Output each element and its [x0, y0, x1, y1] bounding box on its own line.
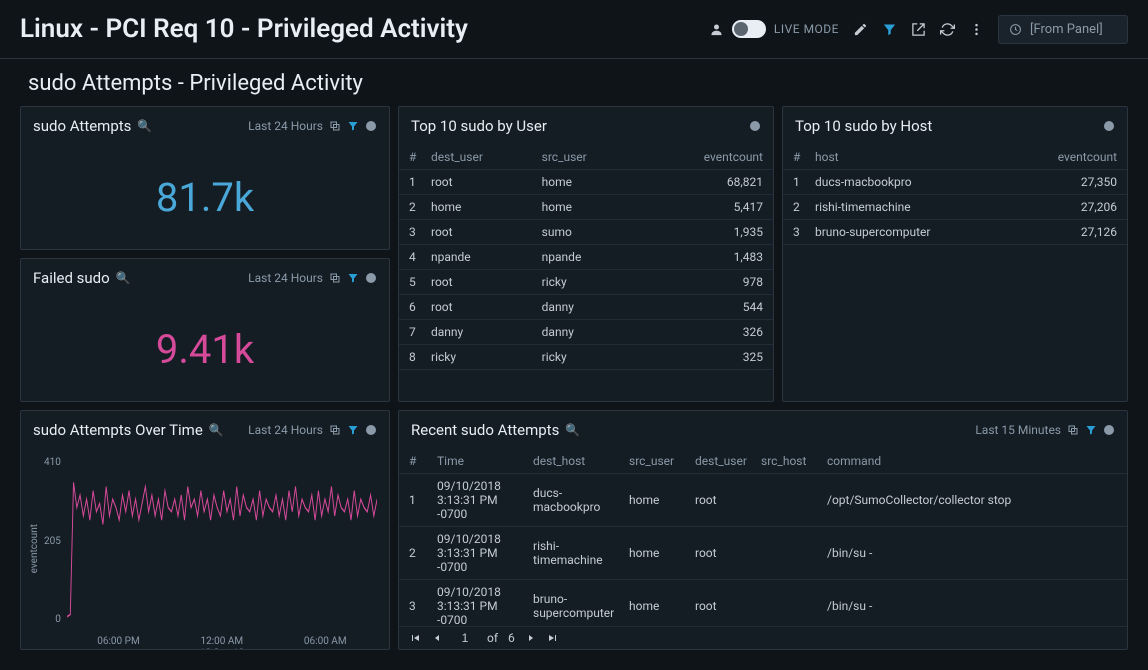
page-first-icon[interactable] [409, 632, 421, 644]
filter-icon[interactable] [882, 22, 897, 37]
table-row[interactable]: 209/10/2018 3:13:31 PM -0700rishi-timema… [399, 527, 1127, 580]
table-top-host: #hosteventcount1ducs-macbookpro27,3502ri… [783, 145, 1127, 401]
time-picker[interactable]: [From Panel] [998, 15, 1128, 44]
y-tick: 0 [55, 614, 61, 625]
page-total: 6 [508, 631, 515, 645]
panel-timerange: Last 24 Hours [248, 271, 323, 285]
info-icon[interactable] [1103, 120, 1115, 132]
time-picker-label: [From Panel] [1030, 22, 1103, 37]
table-row[interactable]: 4npandenpande1,483 [399, 245, 773, 270]
info-icon[interactable] [365, 424, 377, 436]
clock-icon [1009, 23, 1022, 36]
panel-over-time: sudo Attempts Over Time 🔍 Last 24 Hours e… [20, 410, 390, 650]
magnify-icon[interactable]: 🔍 [116, 271, 131, 285]
x-tick: 06:00 PM [97, 636, 139, 647]
x-axis: 06:00 PM 12:00 AM 06:00 AM [67, 636, 377, 647]
page-last-icon[interactable] [547, 632, 559, 644]
live-mode-toggle[interactable] [732, 20, 766, 38]
edit-icon[interactable] [853, 22, 868, 37]
copy-icon[interactable] [329, 120, 341, 132]
refresh-icon[interactable] [940, 22, 955, 37]
panel-title: sudo Attempts Over Time [33, 421, 203, 439]
panel-timerange: Last 24 Hours [248, 119, 323, 133]
more-icon[interactable] [969, 22, 984, 37]
page-next-icon[interactable] [525, 632, 537, 644]
info-icon[interactable] [1103, 424, 1115, 436]
table-row[interactable]: 6rootdanny544 [399, 295, 773, 320]
x-tick: 06:00 AM [304, 636, 347, 647]
table-top-user: #dest_usersrc_usereventcount1roothome68,… [399, 145, 773, 401]
table-row[interactable]: 2rishi-timemachine27,206 [783, 195, 1127, 220]
table-row[interactable]: 5rootricky978 [399, 270, 773, 295]
info-icon[interactable] [749, 120, 761, 132]
panel-recent: Recent sudo Attempts 🔍 Last 15 Minutes #T… [398, 410, 1128, 650]
page-title: Linux - PCI Req 10 - Privileged Activity [20, 14, 468, 44]
table-row[interactable]: 1roothome68,821 [399, 170, 773, 195]
chart-plot[interactable]: 06:00 PM 12:00 AM 06:00 AM 10 Sep 18 [67, 453, 377, 645]
copy-icon[interactable] [1067, 424, 1079, 436]
page-prev-icon[interactable] [431, 632, 443, 644]
panel-title: sudo Attempts [33, 117, 131, 135]
panel-title: Top 10 sudo by Host [795, 117, 932, 135]
table-row[interactable]: 309/10/2018 3:13:31 PM -0700bruno-superc… [399, 580, 1127, 626]
panel-failed-sudo: Failed sudo 🔍 Last 24 Hours 9.41k [20, 258, 390, 402]
filter-icon[interactable] [347, 424, 359, 436]
panel-timerange: Last 15 Minutes [975, 423, 1061, 437]
panel-top-sudo-user: Top 10 sudo by User #dest_usersrc_userev… [398, 106, 774, 402]
filter-icon[interactable] [347, 272, 359, 284]
panel-title: Failed sudo [33, 269, 110, 287]
table-recent: #Timedest_hostsrc_userdest_usersrc_hostc… [399, 449, 1127, 626]
x-axis-label: 10 Sep 18 [67, 648, 377, 650]
table-row[interactable]: 8rickyricky325 [399, 345, 773, 370]
table-row[interactable]: 1ducs-macbookpro27,350 [783, 170, 1127, 195]
y-tick: 205 [44, 536, 61, 547]
panel-top-sudo-host: Top 10 sudo by Host #hosteventcount1ducs… [782, 106, 1128, 402]
table-row[interactable]: 3rootsumo1,935 [399, 220, 773, 245]
y-axis: 410 205 0 [44, 453, 67, 645]
magnify-icon[interactable]: 🔍 [565, 423, 580, 437]
header-controls: LIVE MODE [From Panel] [709, 15, 1128, 44]
section-title: sudo Attempts - Privileged Activity [0, 59, 1148, 106]
panel-timerange: Last 24 Hours [248, 423, 323, 437]
user-icon[interactable] [709, 22, 724, 37]
live-mode-label: LIVE MODE [774, 22, 839, 36]
magnify-icon[interactable]: 🔍 [209, 423, 224, 437]
sudo-attempts-value: 81.7k [21, 145, 389, 249]
failed-sudo-value: 9.41k [21, 297, 389, 401]
table-row[interactable]: 7dannydanny326 [399, 320, 773, 345]
y-tick: 410 [44, 457, 61, 468]
info-icon[interactable] [365, 120, 377, 132]
panel-sudo-attempts: sudo Attempts 🔍 Last 24 Hours 81.7k [20, 106, 390, 250]
table-row[interactable]: 3bruno-supercomputer27,126 [783, 220, 1127, 245]
panel-title: Top 10 sudo by User [411, 117, 547, 135]
panel-title: Recent sudo Attempts [411, 421, 559, 439]
magnify-icon[interactable]: 🔍 [137, 119, 152, 133]
share-icon[interactable] [911, 22, 926, 37]
filter-icon[interactable] [1085, 424, 1097, 436]
page-of-label: of [487, 631, 498, 645]
pager: of 6 [399, 626, 1127, 649]
page-input[interactable] [453, 631, 477, 645]
table-row[interactable]: 2homehome5,417 [399, 195, 773, 220]
x-tick: 12:00 AM [200, 636, 243, 647]
y-axis-label: eventcount [29, 524, 40, 573]
copy-icon[interactable] [329, 424, 341, 436]
copy-icon[interactable] [329, 272, 341, 284]
filter-icon[interactable] [347, 120, 359, 132]
info-icon[interactable] [365, 272, 377, 284]
table-row[interactable]: 109/10/2018 3:13:31 PM -0700ducs-macbook… [399, 474, 1127, 527]
